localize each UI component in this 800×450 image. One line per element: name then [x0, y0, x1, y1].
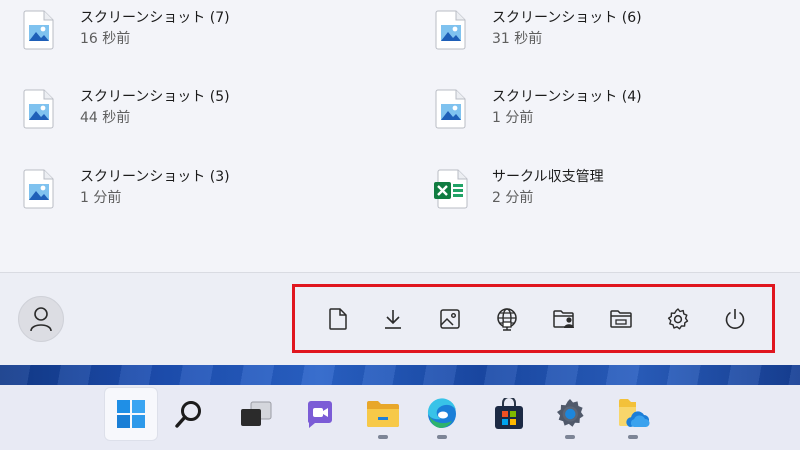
- highlight-box: [292, 284, 775, 353]
- image-file-icon: [23, 169, 54, 209]
- recommended-item[interactable]: サークル収支管理 2 分前: [412, 167, 742, 223]
- running-indicator: [437, 435, 447, 439]
- file-explorer-icon: [367, 401, 399, 427]
- settings-icon: [557, 399, 584, 427]
- recommended-item[interactable]: スクリーンショット (4) 1 分前: [412, 87, 742, 143]
- taskbar-file-explorer[interactable]: [356, 387, 410, 441]
- task-view-button[interactable]: [229, 387, 283, 441]
- item-time: 31 秒前: [492, 31, 543, 47]
- excel-file-icon: [434, 169, 468, 209]
- store-icon: [495, 398, 523, 429]
- start-footer: [0, 273, 800, 365]
- teams-chat-icon: [307, 401, 332, 428]
- item-time: 2 分前: [492, 190, 534, 206]
- desktop-wallpaper: [0, 365, 800, 385]
- task-view-icon: [241, 401, 272, 426]
- settings-icon: [667, 308, 689, 330]
- running-indicator: [378, 435, 388, 439]
- recommended-item[interactable]: スクリーンショット (7) 16 秒前: [0, 8, 330, 64]
- image-file-icon: [23, 10, 54, 50]
- image-file-icon: [435, 10, 466, 50]
- chat-button[interactable]: [293, 387, 347, 441]
- network-button[interactable]: [495, 306, 519, 332]
- network-icon: [497, 308, 517, 331]
- running-indicator: [565, 435, 575, 439]
- item-name: スクリーンショット (5): [80, 89, 230, 105]
- search-icon: [175, 401, 201, 428]
- item-name: スクリーンショット (3): [80, 169, 230, 185]
- edge-button[interactable]: [415, 387, 469, 441]
- image-file-icon: [23, 89, 54, 129]
- document-icon: [329, 308, 347, 330]
- item-name: スクリーンショット (4): [492, 89, 642, 105]
- user-folder-icon: [553, 310, 574, 328]
- item-time: 1 分前: [80, 190, 122, 206]
- item-name: スクリーンショット (7): [80, 10, 230, 26]
- item-time: 44 秒前: [80, 110, 131, 126]
- user-avatar-icon: [30, 307, 52, 332]
- start-button[interactable]: [104, 387, 158, 441]
- power-icon: [725, 309, 745, 329]
- taskbar: [0, 385, 800, 450]
- onedrive-folder-button[interactable]: [606, 387, 660, 441]
- item-time: 16 秒前: [80, 31, 131, 47]
- download-icon: [385, 310, 401, 329]
- personal-folder-button[interactable]: [552, 306, 576, 332]
- recommended-item[interactable]: スクリーンショット (6) 31 秒前: [412, 8, 742, 64]
- downloads-button[interactable]: [381, 306, 405, 332]
- image-file-icon: [435, 89, 466, 129]
- power-button[interactable]: [723, 306, 747, 332]
- taskbar-settings[interactable]: [543, 387, 597, 441]
- start-menu: スクリーンショット (7) 16 秒前 スクリーンショット (6) 31 秒前: [0, 0, 800, 365]
- file-explorer-icon: [610, 310, 632, 328]
- item-time: 1 分前: [492, 110, 534, 126]
- pictures-button[interactable]: [438, 306, 462, 332]
- file-explorer-button[interactable]: [609, 306, 633, 332]
- running-indicator: [628, 435, 638, 439]
- edge-icon: [427, 398, 456, 428]
- user-account-button[interactable]: [18, 296, 64, 342]
- onedrive-folder-icon: [619, 399, 650, 427]
- store-button[interactable]: [482, 387, 536, 441]
- picture-icon: [440, 309, 460, 329]
- recommended-item[interactable]: スクリーンショット (3) 1 分前: [0, 167, 330, 223]
- recommended-section: スクリーンショット (7) 16 秒前 スクリーンショット (6) 31 秒前: [0, 0, 800, 272]
- search-button[interactable]: [162, 387, 216, 441]
- documents-button[interactable]: [326, 306, 350, 332]
- settings-button[interactable]: [666, 306, 690, 332]
- recommended-item[interactable]: スクリーンショット (5) 44 秒前: [0, 87, 330, 143]
- start-icon: [117, 400, 145, 428]
- item-name: サークル収支管理: [492, 169, 604, 185]
- item-name: スクリーンショット (6): [492, 10, 642, 26]
